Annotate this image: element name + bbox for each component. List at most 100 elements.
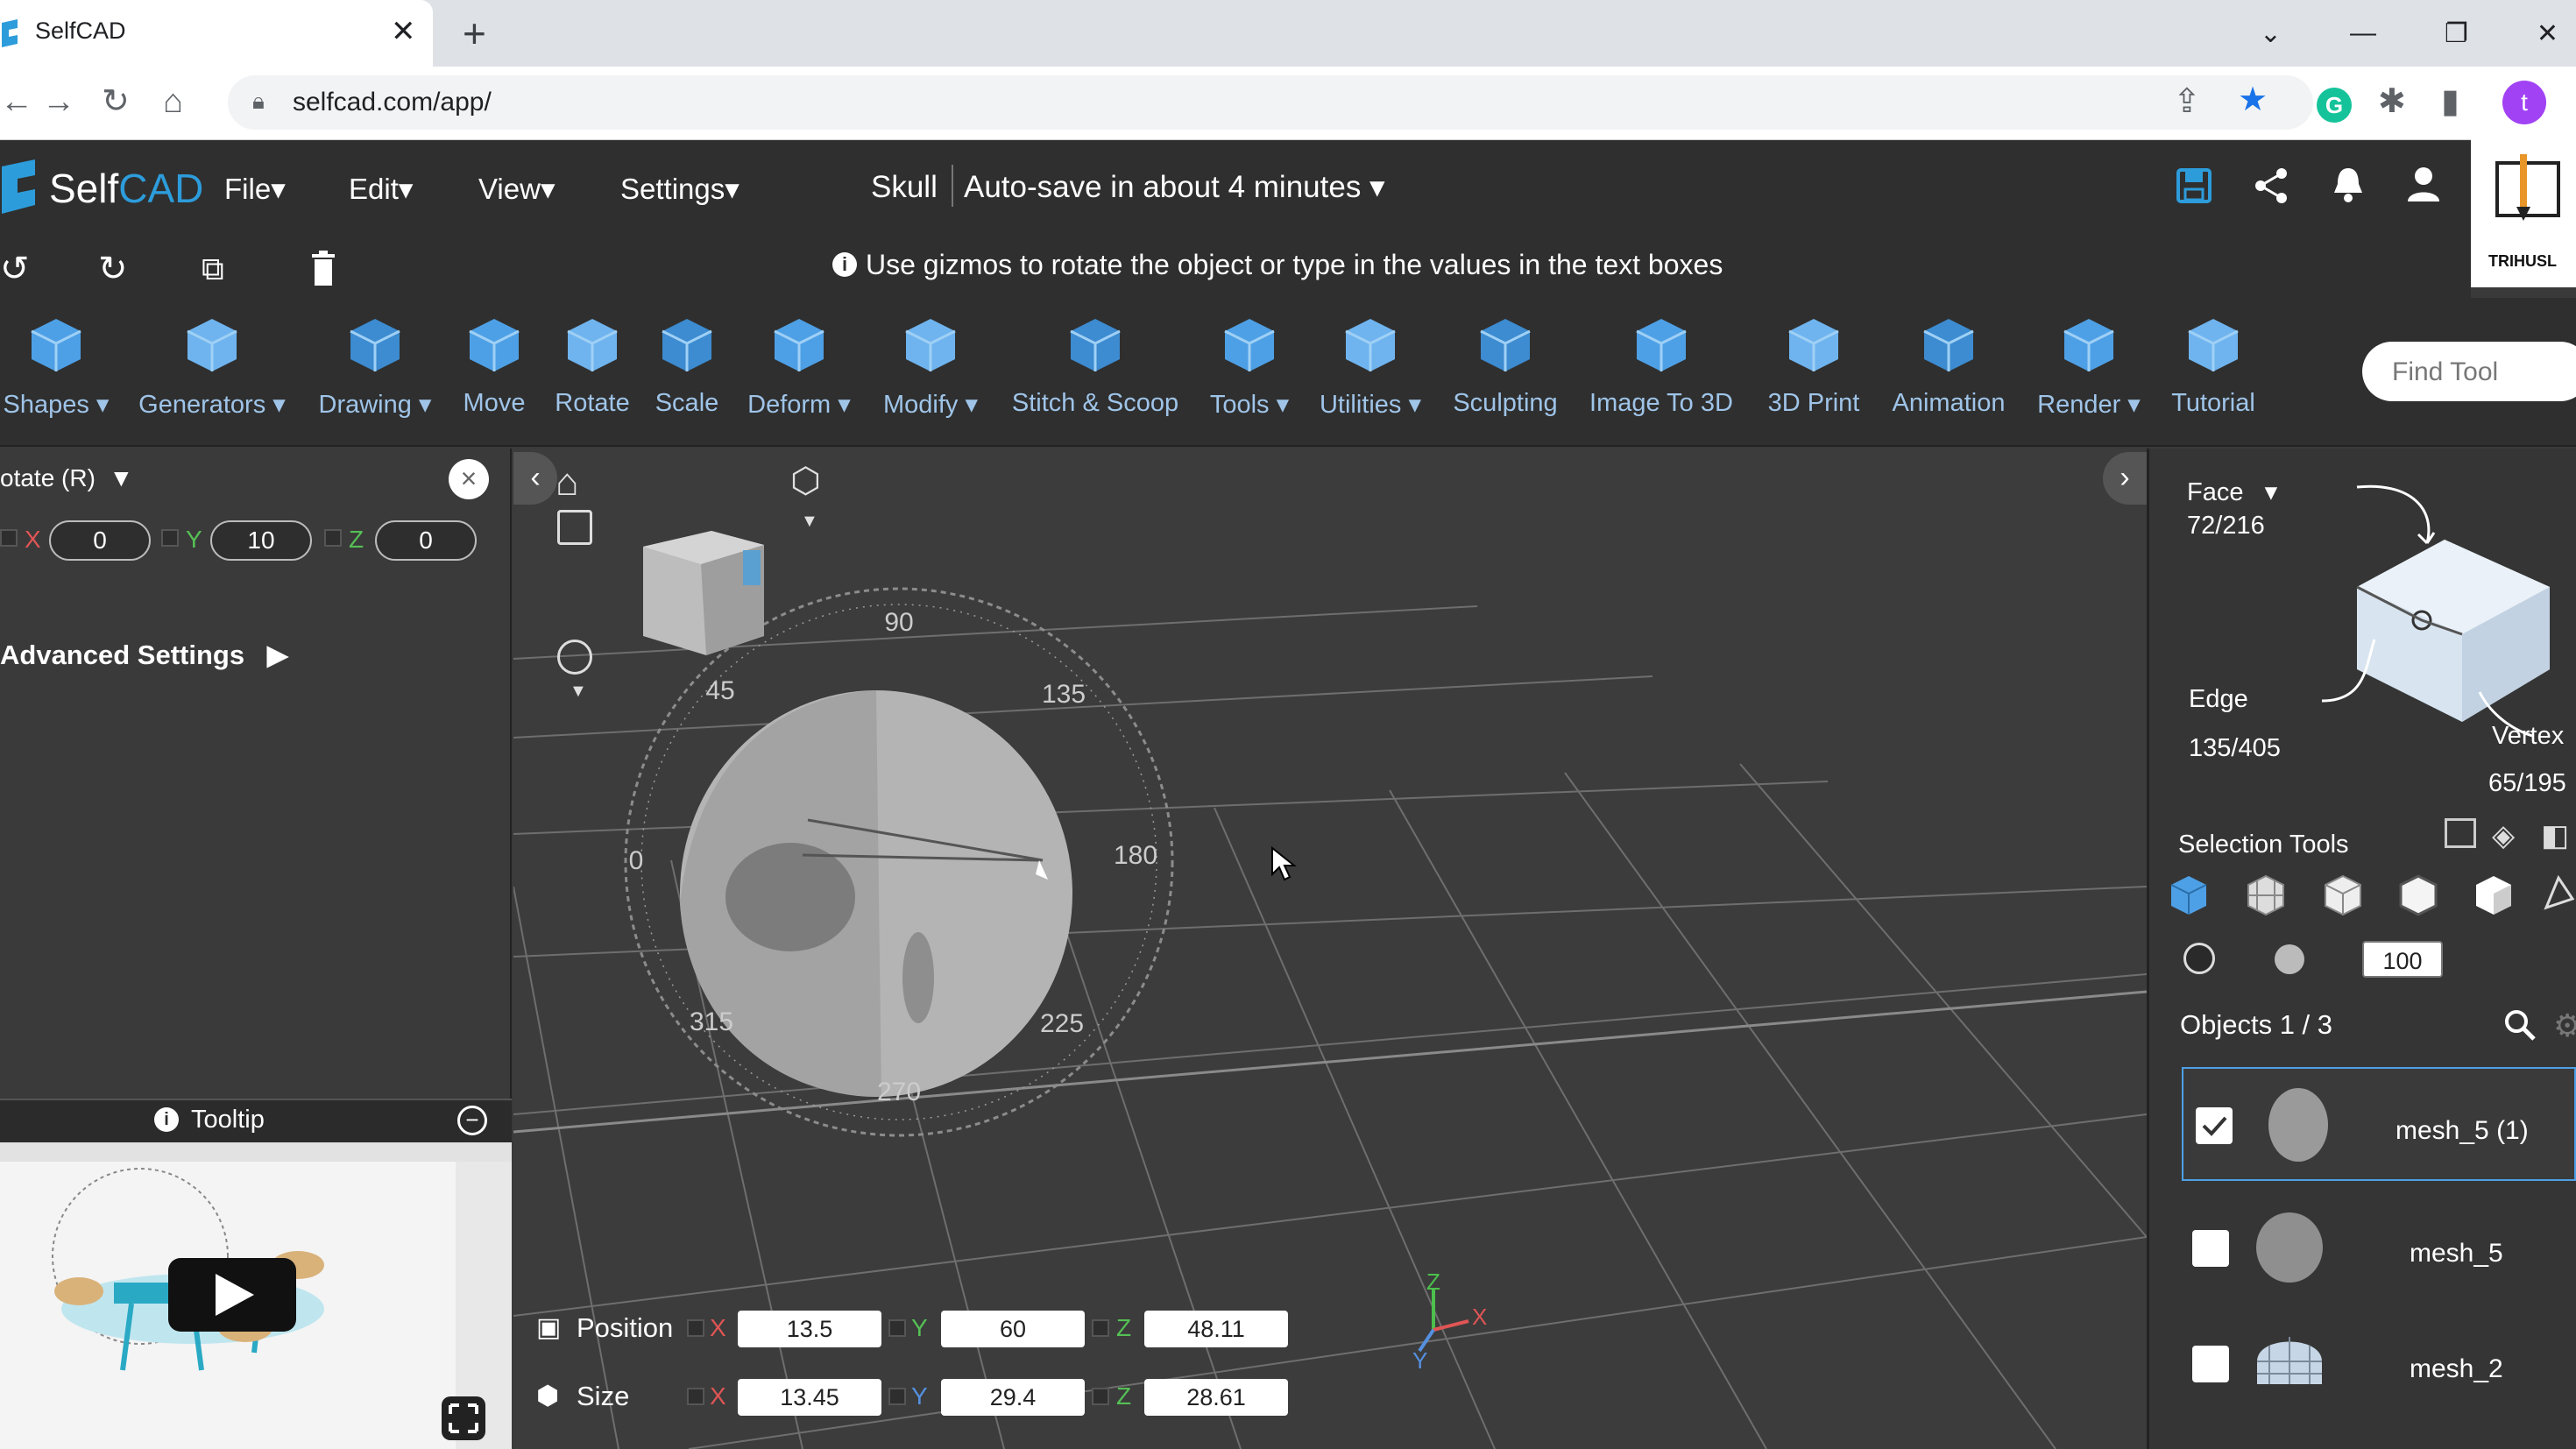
face-mode-select[interactable]: Face ▾ — [2187, 477, 2277, 507]
grid-select-icon[interactable] — [2243, 873, 2289, 918]
camera-projection-icon[interactable]: ⬡ — [790, 461, 821, 501]
z-axis-checkbox[interactable] — [324, 529, 342, 547]
object-checkbox[interactable] — [2192, 1346, 2229, 1382]
grammarly-extension-icon[interactable]: G — [2317, 88, 2352, 123]
3d-viewport[interactable]: 90 45 135 0 180 315 225 270 Z X Y — [513, 449, 2147, 1449]
skull-mesh — [680, 690, 1072, 1097]
position-y-label: Y — [911, 1314, 928, 1341]
user-account-icon[interactable] — [2404, 165, 2443, 203]
search-objects-icon[interactable] — [2502, 1007, 2537, 1043]
gizmo-label-315: 315 — [690, 1007, 733, 1036]
size-label: Size — [577, 1381, 630, 1411]
select-all-icon[interactable]: ◈ — [2492, 818, 2515, 853]
solid-select-icon[interactable] — [2166, 873, 2212, 918]
size-z-input[interactable]: 28.61 — [1144, 1379, 1288, 1416]
close-window-icon[interactable]: ✕ — [2537, 18, 2558, 49]
selfcad-logo[interactable]: SelfCAD — [49, 165, 203, 212]
edge-loop-select-icon[interactable] — [2396, 873, 2441, 918]
x-axis-checkbox[interactable] — [0, 529, 18, 547]
gizmo-label-225: 225 — [1040, 1009, 1084, 1038]
copy-icon[interactable]: ⧉ — [202, 251, 224, 288]
axis-label-y: Y — [1412, 1347, 1427, 1374]
sidepanel-icon[interactable]: ▮ — [2441, 82, 2459, 121]
box-select-icon[interactable] — [2445, 818, 2476, 848]
rotate-z-input[interactable]: 0 — [375, 520, 477, 561]
paint-select-icon[interactable] — [2275, 944, 2304, 974]
autosave-status[interactable]: Auto-save in about 4 minutes ▾ — [964, 170, 1385, 205]
redo-icon[interactable]: ↻ — [98, 249, 128, 289]
lasso-select-icon[interactable] — [2541, 873, 2576, 918]
home-view-icon[interactable]: ⌂ — [556, 461, 579, 505]
position-y-checkbox[interactable] — [888, 1319, 906, 1337]
gizmo-label-45: 45 — [705, 676, 734, 705]
rotate-y-input[interactable]: 10 — [210, 520, 312, 561]
position-z-checkbox[interactable] — [1092, 1319, 1109, 1337]
save-icon[interactable] — [2175, 166, 2213, 205]
size-y-input[interactable]: 29.4 — [941, 1379, 1085, 1416]
select-faces-icon[interactable]: ◧ — [2541, 818, 2569, 853]
tool-tutorial[interactable]: Tutorial — [2117, 312, 2310, 418]
mouse-cursor-icon — [1270, 846, 1297, 881]
orbit-dropdown-icon[interactable]: ▼ — [570, 682, 587, 702]
tool-modify[interactable]: Modify ▾ — [834, 312, 1027, 420]
close-panel-button[interactable]: × — [449, 459, 489, 499]
home-icon[interactable]: ⌂ — [163, 82, 183, 121]
object-thumbnail — [2261, 1083, 2336, 1163]
settings-gear-icon[interactable]: ⚙ — [2553, 1007, 2576, 1044]
restore-icon[interactable]: ❐ — [2445, 18, 2468, 49]
size-y-checkbox[interactable] — [888, 1388, 906, 1405]
y-axis-checkbox[interactable] — [161, 529, 179, 547]
reload-icon[interactable]: ↻ — [102, 82, 130, 121]
undo-icon[interactable]: ↺ — [0, 249, 30, 289]
position-x-checkbox[interactable] — [687, 1319, 704, 1337]
tab-search-icon[interactable]: ⌄ — [2260, 18, 2282, 49]
new-tab-button[interactable]: + — [463, 11, 486, 56]
url-text: selfcad.com/app/ — [293, 88, 492, 117]
object-name[interactable]: mesh_5 — [2410, 1239, 2503, 1269]
size-x-input[interactable]: 13.45 — [738, 1379, 881, 1416]
object-name[interactable]: mesh_5 (1) — [2396, 1116, 2529, 1146]
menu-settings[interactable]: Settings▾ — [620, 172, 740, 206]
back-icon[interactable]: ← — [0, 82, 33, 121]
share-icon[interactable] — [2252, 166, 2290, 205]
face-loop-select-icon[interactable] — [2471, 873, 2516, 918]
selfcad-logo-icon[interactable] — [0, 159, 44, 214]
brush-select-radio[interactable] — [2183, 943, 2215, 974]
menu-view[interactable]: View▾ — [478, 172, 556, 206]
share-page-icon[interactable]: ⇪ — [2173, 82, 2201, 121]
project-name[interactable]: Skull — [871, 170, 938, 205]
rotate-x-input[interactable]: 0 — [49, 520, 151, 561]
object-name[interactable]: mesh_2 — [2410, 1354, 2503, 1384]
projection-dropdown-icon[interactable]: ▼ — [801, 512, 818, 532]
x-axis-label: X — [25, 526, 41, 553]
tooltip-video-preview[interactable] — [0, 1142, 512, 1449]
position-y-input[interactable]: 60 — [941, 1311, 1085, 1347]
menu-file[interactable]: File▾ — [224, 172, 286, 206]
delete-trash-icon[interactable] — [310, 249, 336, 287]
selection-mode-cube[interactable] — [2296, 473, 2576, 745]
wire-select-icon[interactable] — [2320, 873, 2366, 918]
bookmark-star-icon[interactable]: ★ — [2238, 81, 2268, 119]
collapse-tooltip-icon[interactable]: − — [457, 1106, 487, 1135]
extensions-icon[interactable]: ✱ — [2378, 82, 2406, 121]
edge-mode-label[interactable]: Edge — [2189, 685, 2248, 714]
position-z-input[interactable]: 48.11 — [1144, 1311, 1288, 1347]
size-x-checkbox[interactable] — [687, 1388, 704, 1405]
position-x-input[interactable]: 13.5 — [738, 1311, 881, 1347]
brush-size-input[interactable]: 100 — [2362, 941, 2443, 978]
vertex-mode-label[interactable]: Vertex — [2492, 722, 2564, 751]
advanced-settings-toggle[interactable]: Advanced Settings ▶ — [0, 640, 288, 671]
minimize-icon[interactable]: — — [2350, 18, 2376, 48]
object-checkbox-checked[interactable] — [2196, 1107, 2233, 1144]
gizmo-label-90: 90 — [884, 608, 913, 637]
orbit-icon[interactable] — [557, 640, 592, 675]
profile-avatar[interactable]: t — [2502, 81, 2546, 124]
forward-icon[interactable]: → — [42, 82, 75, 121]
menu-edit[interactable]: Edit▾ — [349, 172, 413, 206]
tab-close-icon[interactable]: ✕ — [391, 16, 416, 47]
object-checkbox[interactable] — [2192, 1230, 2229, 1267]
notifications-bell-icon[interactable] — [2329, 165, 2367, 203]
fit-view-icon[interactable] — [557, 510, 592, 545]
size-z-checkbox[interactable] — [1092, 1388, 1109, 1405]
url-field[interactable] — [228, 75, 2313, 130]
